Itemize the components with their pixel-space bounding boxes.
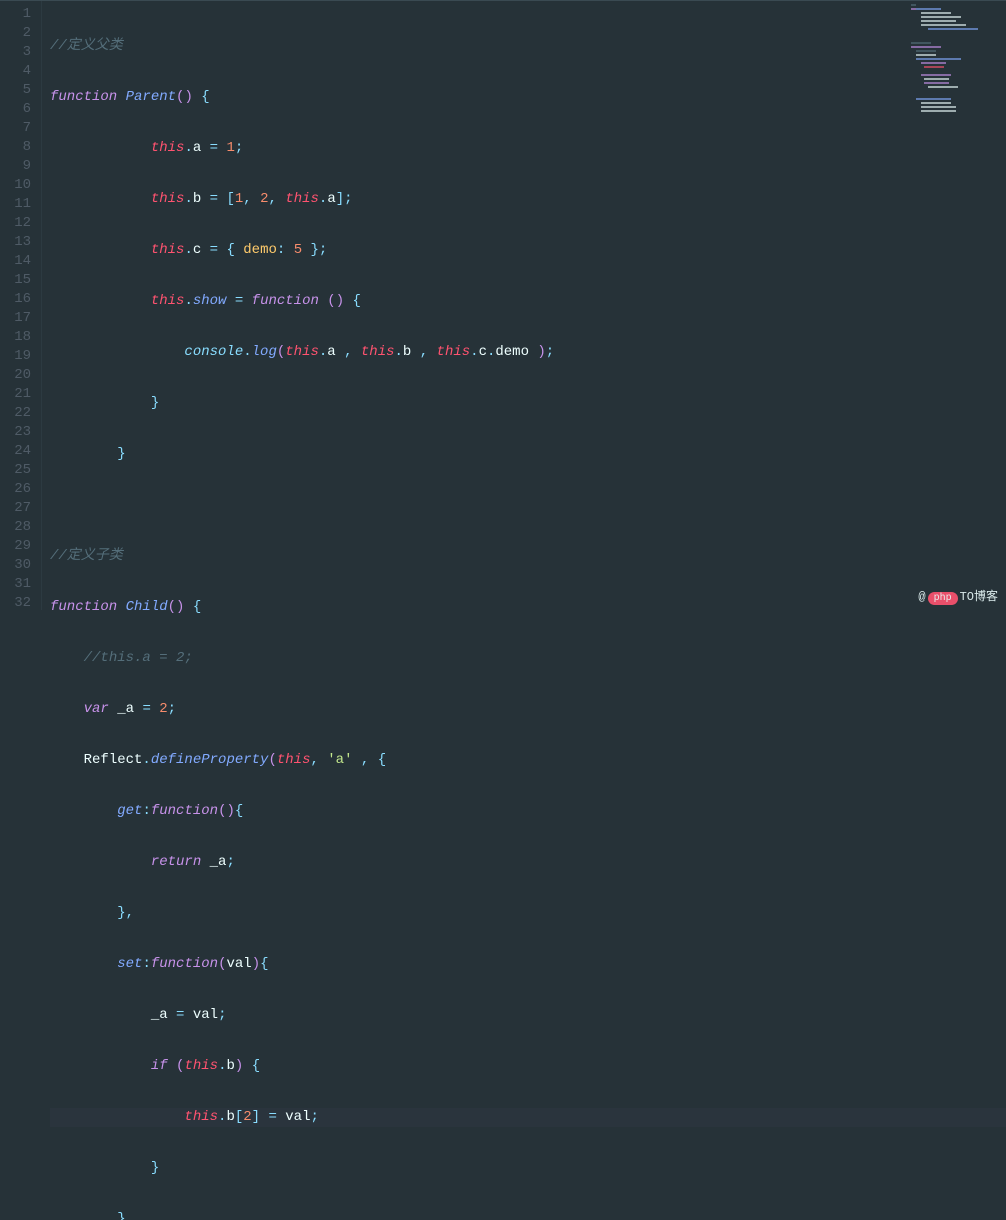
line-number: 11 [0, 195, 31, 214]
line-number: 2 [0, 24, 31, 43]
code-line: }, [50, 904, 1006, 923]
line-number: 5 [0, 81, 31, 100]
line-number: 23 [0, 423, 31, 442]
code-area[interactable]: //定义父类 function Parent() { this.a = 1; t… [42, 1, 1006, 610]
line-number: 4 [0, 62, 31, 81]
line-number: 31 [0, 575, 31, 594]
code-line: //定义父类 [50, 37, 1006, 56]
line-number: 18 [0, 328, 31, 347]
code-line: //定义子类 [50, 547, 1006, 566]
line-number: 12 [0, 214, 31, 233]
line-number: 21 [0, 385, 31, 404]
line-number: 30 [0, 556, 31, 575]
code-line [50, 496, 1006, 515]
code-editor[interactable]: 1234567891011121314151617181920212223242… [0, 0, 1006, 610]
line-number: 24 [0, 442, 31, 461]
line-number: 29 [0, 537, 31, 556]
code-line: function Child() { [50, 598, 1006, 617]
code-line-active: this.b[2] = val; [50, 1108, 1006, 1127]
line-number: 28 [0, 518, 31, 537]
line-number: 16 [0, 290, 31, 309]
code-line: if (this.b) { [50, 1057, 1006, 1076]
line-number: 1 [0, 5, 31, 24]
line-number: 22 [0, 404, 31, 423]
line-number: 27 [0, 499, 31, 518]
code-line: this.a = 1; [50, 139, 1006, 158]
line-number: 25 [0, 461, 31, 480]
code-line: console.log(this.a , this.b , this.c.dem… [50, 343, 1006, 362]
code-line: set:function(val){ [50, 955, 1006, 974]
line-number: 10 [0, 176, 31, 195]
line-number-gutter: 1234567891011121314151617181920212223242… [0, 1, 42, 610]
line-number: 17 [0, 309, 31, 328]
code-line: function Parent() { [50, 88, 1006, 107]
line-number: 20 [0, 366, 31, 385]
php-badge-icon: php [928, 592, 958, 605]
code-line: get:function(){ [50, 802, 1006, 821]
line-number: 26 [0, 480, 31, 499]
code-line: var _a = 2; [50, 700, 1006, 719]
code-line: this.show = function () { [50, 292, 1006, 311]
line-number: 14 [0, 252, 31, 271]
line-number: 19 [0, 347, 31, 366]
line-number: 9 [0, 157, 31, 176]
line-number: 15 [0, 271, 31, 290]
code-line: } [50, 394, 1006, 413]
line-number: 13 [0, 233, 31, 252]
code-line: } [50, 1159, 1006, 1178]
code-line: _a = val; [50, 1006, 1006, 1025]
line-number: 8 [0, 138, 31, 157]
code-line: } [50, 1210, 1006, 1220]
line-number: 6 [0, 100, 31, 119]
code-line: this.c = { demo: 5 }; [50, 241, 1006, 260]
code-line: return _a; [50, 853, 1006, 872]
watermark: @phpTO博客 [918, 587, 998, 604]
code-line: } [50, 445, 1006, 464]
code-line: this.b = [1, 2, this.a]; [50, 190, 1006, 209]
line-number: 3 [0, 43, 31, 62]
minimap[interactable] [906, 2, 1006, 122]
code-line: Reflect.defineProperty(this, 'a' , { [50, 751, 1006, 770]
code-line: //this.a = 2; [50, 649, 1006, 668]
line-number: 32 [0, 594, 31, 613]
line-number: 7 [0, 119, 31, 138]
